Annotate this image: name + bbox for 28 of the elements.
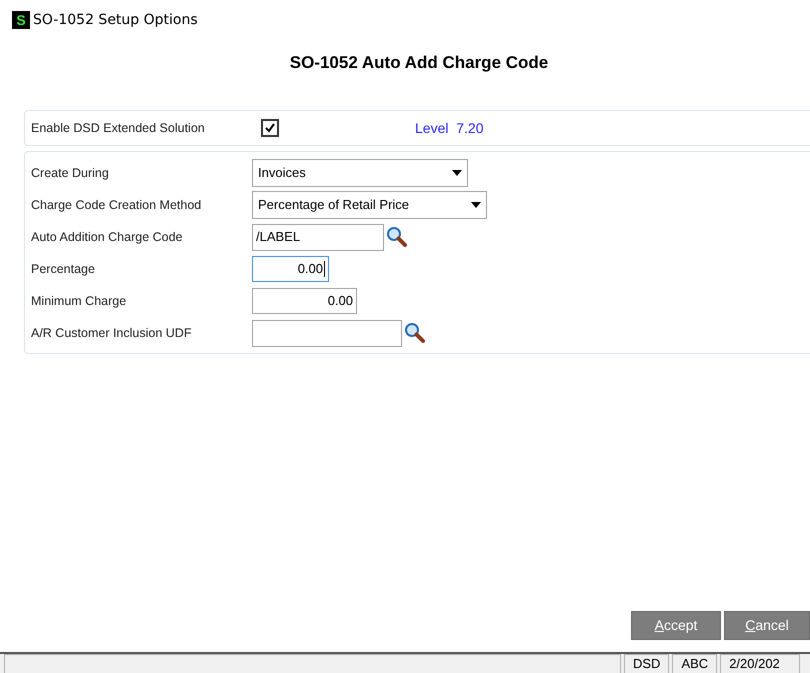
window-title: SO-1052 Setup Options [33,10,198,30]
dialog-button[interactable]: Cancel [724,611,810,640]
field-label: Percentage [31,260,96,278]
app-icon: S [12,11,30,29]
field-label: Auto Addition Charge Code [31,228,184,246]
field-label: Create During [31,164,110,182]
field-label: A/R Customer Inclusion UDF [31,324,192,342]
dialog-button[interactable]: Accept [631,611,721,640]
input-field[interactable]: /LABEL [252,224,384,250]
caret-icon [471,202,481,208]
dropdown[interactable]: Invoices [252,159,468,187]
form-heading: SO-1052 Auto Add Charge Code [290,52,548,74]
field-label: Charge Code Creation Method [31,196,202,214]
status-cell: ABC [672,654,718,673]
input-field[interactable]: 0.00 [252,256,329,282]
check-icon [264,122,276,134]
search-icon[interactable] [386,226,408,248]
status-cell: DSD [624,654,670,673]
dropdown[interactable]: Percentage of Retail Price [252,191,487,219]
search-icon[interactable] [404,322,426,344]
checkbox[interactable] [261,119,279,137]
field-label: Minimum Charge [31,292,128,310]
status-cell: 2/20/202 [720,654,800,673]
caret-icon [452,170,462,176]
level-text: Level 7.20 [415,118,484,138]
checkbox-label: Enable DSD Extended Solution [31,120,206,137]
input-field[interactable] [252,320,402,346]
input-field[interactable]: 0.00 [252,288,357,314]
